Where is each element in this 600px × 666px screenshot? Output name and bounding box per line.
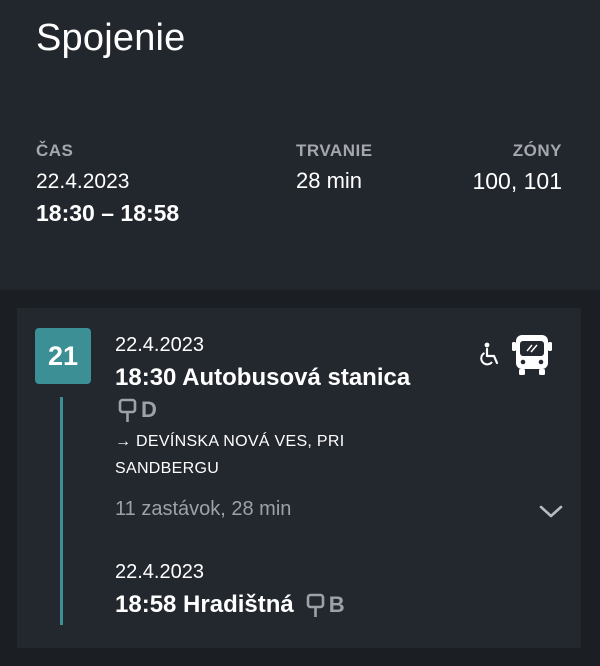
bus-icon — [510, 332, 554, 378]
time-label: ČAS — [36, 141, 74, 160]
departure-stop: 18:30 Autobusová stanica — [115, 364, 411, 391]
intermediate-stops-summary[interactable]: 11 zastávok, 28 min — [115, 498, 291, 521]
zones-value: 100, 101 — [472, 168, 562, 194]
trip-segment-card[interactable]: 21 22.4.2023 18:30 Autobusová stanica D … — [17, 308, 581, 648]
arrival-date: 22.4.2023 — [115, 561, 204, 583]
chevron-down-icon[interactable] — [537, 501, 565, 521]
arrival-platform-letter: B — [328, 592, 345, 617]
direction-text: → DEVÍNSKA NOVÁ VES, PRI SANDBERGU — [115, 428, 415, 482]
arrival-stop: 18:58 Hradištná — [115, 591, 294, 618]
time-range: 18:30 – 18:58 — [36, 200, 180, 226]
zones-label: ZÓNY — [512, 141, 562, 160]
duration-label: TRVANIE — [296, 141, 373, 160]
arrival-platform: B — [306, 592, 345, 618]
connection-header: Spojenie ČAS 22.4.2023 18:30 – 18:58 TRV… — [0, 0, 600, 290]
departure-date: 22.4.2023 — [115, 334, 204, 356]
departure-platform: D — [118, 397, 157, 423]
bus-stop-sign-icon — [306, 593, 326, 618]
route-line — [60, 397, 63, 625]
page-title: Spojenie — [36, 17, 186, 59]
direction-line-1: → DEVÍNSKA NOVÁ VES, PRI — [115, 433, 345, 450]
connection-details: 21 22.4.2023 18:30 Autobusová stanica D … — [0, 290, 600, 666]
bus-stop-sign-icon — [118, 398, 138, 423]
line-number-badge: 21 — [35, 328, 91, 384]
wheelchair-icon — [479, 342, 501, 366]
arrival-row: 18:58 Hradištná B — [115, 591, 345, 619]
duration-value: 28 min — [296, 168, 363, 193]
travel-date: 22.4.2023 — [36, 170, 130, 193]
departure-platform-letter: D — [141, 397, 157, 422]
direction-line-2: SANDBERGU — [115, 460, 220, 477]
